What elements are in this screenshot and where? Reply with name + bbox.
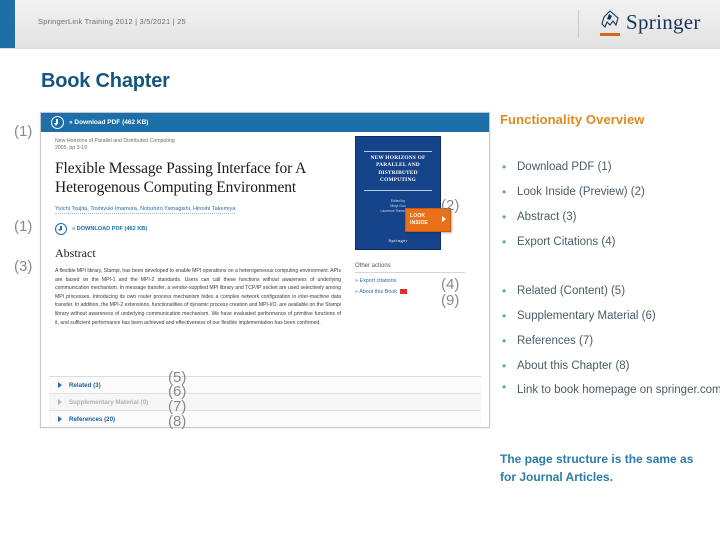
book-cover-publisher: Springer xyxy=(388,238,408,243)
bullet-icon: • xyxy=(502,160,507,174)
other-actions-heading: Other actions xyxy=(355,263,465,273)
accordion-row-related[interactable]: Related (3) xyxy=(49,377,481,394)
springer-logo: Springer xyxy=(598,8,701,40)
header-divider xyxy=(578,10,579,38)
list-item-label: Related (Content) (5) xyxy=(517,285,626,297)
book-series-line-1: New Horizons of Parallel and Distributed… xyxy=(55,138,175,144)
chevron-right-icon xyxy=(442,216,446,222)
list-item-label: References (7) xyxy=(517,335,594,347)
bullet-icon: • xyxy=(502,185,507,199)
list-item: • Supplementary Material (6) xyxy=(500,304,710,329)
list-item-label: About this Chapter (8) xyxy=(517,360,630,372)
download-icon xyxy=(51,116,64,129)
bullet-icon: • xyxy=(502,284,507,298)
accordion-label: Related (3) xyxy=(69,381,101,389)
functionality-overview-heading: Functionality Overview xyxy=(500,112,645,127)
springerlink-screenshot: » Download PDF (462 KB) New Horizons of … xyxy=(40,112,490,428)
external-link-icon xyxy=(399,289,407,295)
list-item: • About this Chapter (8) xyxy=(500,354,710,379)
download-icon xyxy=(55,223,67,235)
bullet-icon: • xyxy=(502,380,507,394)
callout-number: (2) xyxy=(441,197,460,214)
book-cover-title: NEW HORIZONS OF PARALLEL AND DISTRIBUTED… xyxy=(370,155,426,184)
list-item: • Download PDF (1) xyxy=(500,155,645,180)
article-title: Flexible Message Passing Interface for A… xyxy=(55,160,306,196)
chevron-right-icon xyxy=(58,382,62,388)
closing-note: The page structure is the same as for Jo… xyxy=(500,452,694,484)
functionality-list-primary: • Download PDF (1) • Look Inside (Preview)… xyxy=(500,155,645,255)
article-main-column: New Horizons of Parallel and Distributed… xyxy=(55,138,341,327)
list-item: • Link to book homepage on springer.com (… xyxy=(500,379,720,399)
accordion-label: Supplementary Material (0) xyxy=(69,398,149,406)
list-item-label: Supplementary Material (6) xyxy=(517,310,656,322)
accordion-row-references[interactable]: References (20) xyxy=(49,411,481,427)
header-meta-text: SpringerLink Training 2012 | 3/5/2021 | … xyxy=(38,17,186,26)
bullet-icon: • xyxy=(502,359,507,373)
list-item: • Abstract (3) xyxy=(500,205,645,230)
abstract-heading: Abstract xyxy=(55,246,96,260)
callout-number: (8) xyxy=(168,413,187,430)
accordion-row-supplementary-material[interactable]: Supplementary Material (0) xyxy=(49,394,481,411)
article-authors[interactable]: Yuichi Tsujita, Toshiyuki Imamura, Nobuh… xyxy=(55,206,236,214)
springer-horse-icon xyxy=(601,10,619,28)
bullet-icon: • xyxy=(502,235,507,249)
download-pdf-top-label: » Download PDF (462 KB) xyxy=(69,119,149,126)
chevron-right-icon xyxy=(58,399,62,405)
download-pdf-top-button[interactable]: » Download PDF (462 KB) xyxy=(51,116,148,129)
bullet-icon: • xyxy=(502,334,507,348)
cover-rule-top xyxy=(364,151,432,152)
section-accordion: Related (3) Supplementary Material (0) R… xyxy=(49,376,481,427)
abstract-body: A flexible MPI library, Stampi, has been… xyxy=(55,268,341,326)
download-pdf-inline-label: » DOWNLOAD PDF (462 KB) xyxy=(72,226,148,232)
callout-number: (3) xyxy=(14,258,33,275)
bullet-icon: • xyxy=(502,210,507,224)
cover-rule-bottom xyxy=(364,190,432,191)
chevron-right-icon xyxy=(58,416,62,422)
about-this-book-label: » About this Book xyxy=(355,289,397,295)
list-item-label: Export Citations (4) xyxy=(517,236,616,248)
callout-number: (4) xyxy=(441,276,460,293)
slide-header-band: SpringerLink Training 2012 | 3/5/2021 | … xyxy=(0,0,720,49)
article-side-column: NEW HORIZONS OF PARALLEL AND DISTRIBUTED… xyxy=(353,136,477,295)
screenshot-body: New Horizons of Parallel and Distributed… xyxy=(41,132,489,427)
header-accent-bar xyxy=(0,0,15,48)
list-item-label: Look Inside (Preview) (2) xyxy=(517,186,645,198)
download-pdf-inline-button[interactable]: » DOWNLOAD PDF (462 KB) xyxy=(55,223,341,235)
list-item: • References (7) xyxy=(500,329,710,354)
list-item-label: Download PDF (1) xyxy=(517,161,612,173)
springer-wordmark: Springer xyxy=(626,10,701,34)
page-title: Book Chapter xyxy=(41,70,170,92)
download-pdf-top-bar[interactable]: » Download PDF (462 KB) xyxy=(41,113,489,132)
callout-number: (1) xyxy=(14,123,33,140)
book-cover[interactable]: NEW HORIZONS OF PARALLEL AND DISTRIBUTED… xyxy=(355,136,441,250)
book-series-line-2: 2005, pp 3-19 xyxy=(55,145,88,151)
list-item: • Related (Content) (5) xyxy=(500,279,710,304)
callout-number: (9) xyxy=(441,292,460,309)
list-item-label: Abstract (3) xyxy=(517,211,577,223)
accordion-label: References (20) xyxy=(69,415,116,423)
functionality-list-secondary: • Related (Content) (5) • Supplementary Ma… xyxy=(500,279,720,399)
look-inside-label-1: LOOK xyxy=(410,213,426,219)
springer-logo-rule xyxy=(600,33,620,36)
list-item: • Export Citations (4) xyxy=(500,230,645,255)
list-item: • Look Inside (Preview) (2) xyxy=(500,180,645,205)
bullet-icon: • xyxy=(502,309,507,323)
list-item-label: Link to book homepage on springer.com (9… xyxy=(517,384,720,396)
look-inside-label-2: INSIDE xyxy=(410,220,428,226)
callout-number: (1) xyxy=(14,218,33,235)
